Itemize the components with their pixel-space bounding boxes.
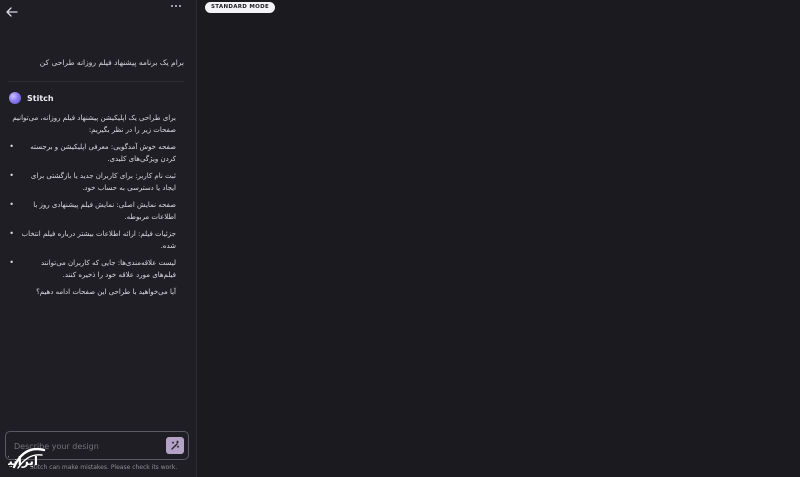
assistant-intro: برای طراحی یک اپلیکیشن پیشنهاد فیلم روزا… bbox=[12, 114, 176, 134]
bullet-icon: • bbox=[9, 200, 14, 209]
suggested-pages-list: • صفحه خوش آمدگویی: معرفی اپلیکیشن و برجس… bbox=[8, 141, 176, 281]
list-item: • ثبت نام کاربر: برای کاربران جدید یا باز… bbox=[9, 171, 176, 192]
assistant-closing: آیا می‌خواهید با طراحی این صفحات ادامه د… bbox=[36, 288, 176, 296]
bullet-icon: • bbox=[9, 142, 14, 151]
sidebar-topbar bbox=[0, 0, 196, 17]
send-button[interactable] bbox=[166, 437, 184, 454]
svg-text:ایرانیکارت: ایرانیکارت bbox=[8, 454, 38, 468]
list-item: • صفحه خوش آمدگویی: معرفی اپلیکیشن و برجس… bbox=[9, 142, 176, 163]
design-canvas[interactable] bbox=[197, 0, 800, 477]
user-message: برام یک برنامه پیشنهاد فیلم روزانه طراحی… bbox=[39, 58, 184, 67]
bullet-icon: • bbox=[9, 229, 14, 238]
magic-wand-icon bbox=[171, 440, 180, 450]
more-horizontal-icon[interactable] bbox=[170, 1, 182, 11]
bullet-icon: • bbox=[9, 171, 14, 180]
stitch-avatar-icon bbox=[9, 92, 21, 104]
list-item: • جزئیات فیلم: ارائه اطلاعات بیشتر درباره… bbox=[9, 229, 176, 250]
assistant-header: Stitch bbox=[9, 92, 54, 104]
list-item: • صفحه نمایش اصلی: نمایش فیلم پیشنهادی رو… bbox=[9, 200, 176, 221]
bullet-icon: • bbox=[9, 258, 14, 267]
arrow-left-icon[interactable] bbox=[6, 2, 18, 17]
list-item: • لیست علاقه‌مندی‌ها: جایی که کاربران می‌… bbox=[9, 258, 176, 279]
mode-badge[interactable]: STANDARD MODE bbox=[205, 2, 276, 13]
assistant-name: Stitch bbox=[27, 93, 54, 103]
message-divider bbox=[8, 81, 184, 82]
iranicard-watermark-logo: ایرانیکارت bbox=[8, 447, 46, 469]
assistant-reply: برای طراحی یک اپلیکیشن پیشنهاد فیلم روزا… bbox=[8, 112, 176, 298]
chat-sidebar: برام یک برنامه پیشنهاد فیلم روزانه طراحی… bbox=[0, 0, 197, 477]
